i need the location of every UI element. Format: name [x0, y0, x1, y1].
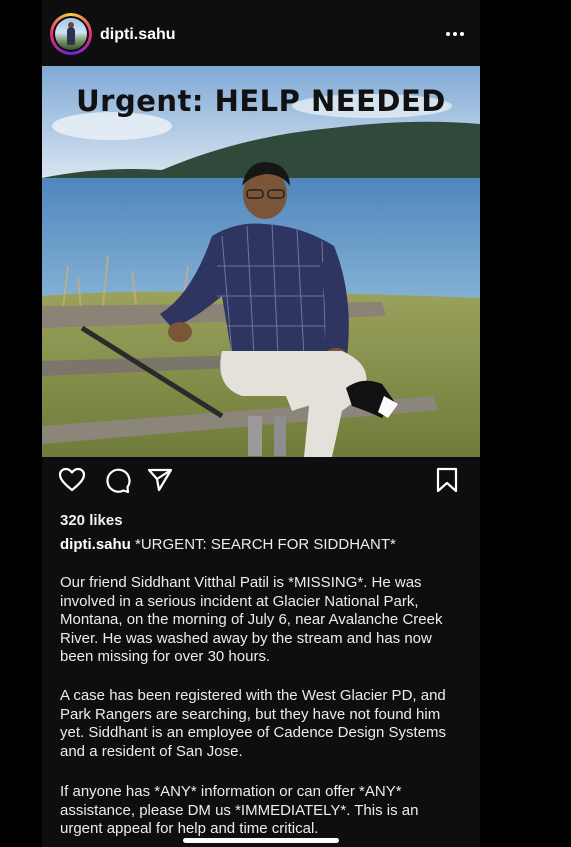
heart-icon[interactable] [58, 466, 86, 494]
background-strip [480, 0, 571, 847]
action-bar [42, 466, 480, 502]
username-link[interactable]: dipti.sahu [100, 26, 176, 44]
instagram-post: dipti.sahu Urgent: HELP NEEDED 320 likes… [42, 0, 480, 847]
caption-headline: dipti.sahu *URGENT: SEARCH FOR SIDDHANT* [60, 536, 470, 553]
bookmark-icon[interactable] [433, 466, 461, 494]
caption-paragraph: Our friend Siddhant Vitthal Patil is *MI… [60, 574, 443, 665]
likes-count[interactable]: 320 likes [60, 512, 123, 529]
post-image[interactable]: Urgent: HELP NEEDED [42, 66, 480, 457]
home-indicator[interactable] [183, 838, 339, 843]
comment-icon[interactable] [103, 466, 131, 494]
send-icon[interactable] [146, 466, 174, 494]
caption-paragraph: If anyone has *ANY* information or can o… [60, 783, 419, 837]
image-overlay-text: Urgent: HELP NEEDED [76, 84, 446, 118]
caption-username[interactable]: dipti.sahu [60, 536, 131, 553]
post-header: dipti.sahu [42, 0, 480, 66]
caption-headline-text: *URGENT: SEARCH FOR SIDDHANT* [135, 536, 396, 553]
post-photo-illustration [42, 66, 480, 457]
profile-avatar[interactable] [50, 13, 92, 55]
more-horizontal-icon[interactable] [440, 24, 470, 44]
caption-paragraph: A case has been registered with the West… [60, 687, 447, 760]
